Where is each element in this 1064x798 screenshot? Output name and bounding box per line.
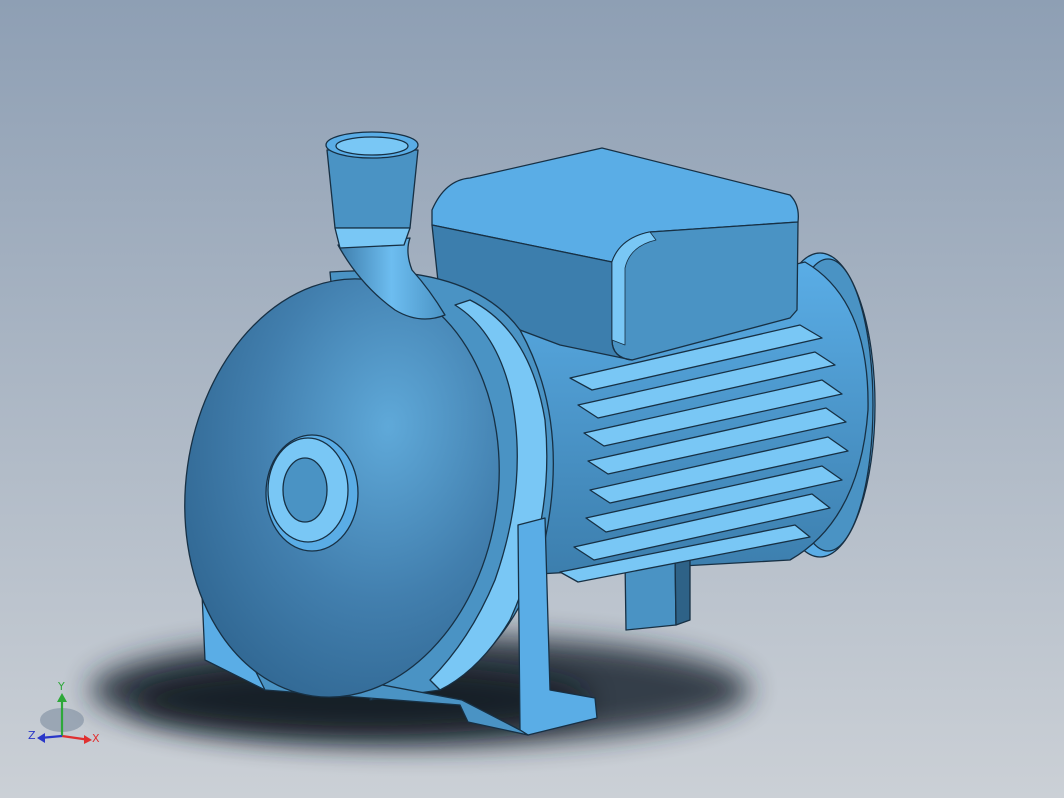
motor-foot-side bbox=[674, 554, 691, 626]
model-view[interactable] bbox=[0, 0, 1064, 798]
triad-y-label: Y bbox=[58, 680, 65, 693]
graphics-viewport[interactable]: X Y Z bbox=[0, 0, 1064, 798]
triad-x-label: X bbox=[92, 732, 100, 745]
discharge-pipe-bore bbox=[335, 136, 409, 156]
discharge-pipe-body[interactable] bbox=[326, 149, 419, 229]
suction-inlet-bore bbox=[282, 457, 328, 523]
triad-z-label: Z bbox=[28, 729, 36, 742]
discharge-pipe-cone bbox=[334, 227, 411, 249]
